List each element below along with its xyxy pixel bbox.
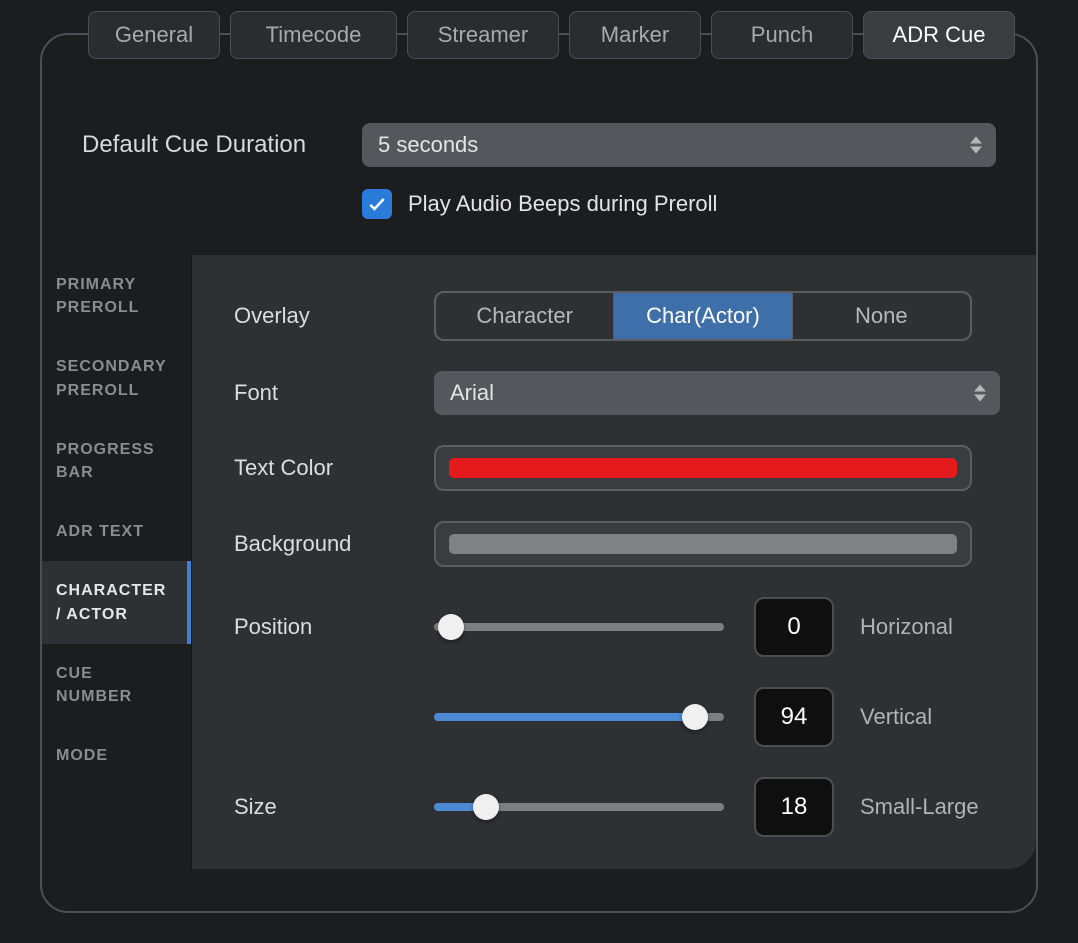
background-color-swatch [449,534,957,554]
sidebar-item-mode[interactable]: MODE [42,726,191,785]
sidebar-item-progress-bar[interactable]: PROGRESS BAR [42,420,191,502]
sidebar-item-cue-number[interactable]: CUE NUMBER [42,644,191,726]
tab-marker[interactable]: Marker [569,11,701,59]
position-vertical-value[interactable]: 94 [754,687,834,747]
top-tabs: General Timecode Streamer Marker Punch A… [88,11,1015,59]
adr-cue-settings-panel: General Timecode Streamer Marker Punch A… [40,33,1038,913]
text-color-swatch [449,458,957,478]
play-beeps-label: Play Audio Beeps during Preroll [408,191,717,217]
overlay-label: Overlay [234,303,434,329]
sidebar: PRIMARY PREROLL SECONDARY PREROLL PROGRE… [42,255,192,869]
stepper-icon [970,137,982,154]
size-value[interactable]: 18 [754,777,834,837]
text-color-well[interactable] [434,445,972,491]
overlay-option-character[interactable]: Character [436,293,614,339]
position-horizontal-suffix: Horizonal [860,614,953,640]
font-value: Arial [450,380,494,406]
font-label: Font [234,380,434,406]
position-horizontal-value[interactable]: 0 [754,597,834,657]
position-vertical-suffix: Vertical [860,704,932,730]
slider-thumb[interactable] [473,794,499,820]
position-vertical-slider[interactable] [434,704,724,730]
size-label: Size [234,794,434,820]
background-color-well[interactable] [434,521,972,567]
text-color-label: Text Color [234,455,434,481]
position-label: Position [234,614,434,640]
slider-thumb[interactable] [682,704,708,730]
font-select[interactable]: Arial [434,371,1000,415]
default-cue-duration-value: 5 seconds [378,132,478,158]
slider-thumb[interactable] [438,614,464,640]
overlay-option-none[interactable]: None [793,293,970,339]
overlay-option-char-actor[interactable]: Char(Actor) [614,293,792,339]
sidebar-item-character-actor[interactable]: CHARACTER / ACTOR [42,561,191,643]
sidebar-item-secondary-preroll[interactable]: SECONDARY PREROLL [42,337,191,419]
check-icon [367,194,387,214]
tab-punch[interactable]: Punch [711,11,853,59]
tab-timecode[interactable]: Timecode [230,11,397,59]
default-cue-duration-select[interactable]: 5 seconds [362,123,996,167]
sidebar-item-adr-text[interactable]: ADR TEXT [42,502,191,561]
tab-general[interactable]: General [88,11,220,59]
stepper-icon [974,385,986,402]
character-actor-content: Overlay Character Char(Actor) None Font … [192,255,1036,869]
tab-streamer[interactable]: Streamer [407,11,559,59]
position-horizontal-slider[interactable] [434,614,724,640]
size-slider[interactable] [434,794,724,820]
background-label: Background [234,531,434,557]
size-suffix: Small-Large [860,794,979,820]
sidebar-item-primary-preroll[interactable]: PRIMARY PREROLL [42,255,191,337]
play-beeps-checkbox[interactable] [362,189,392,219]
overlay-segmented: Character Char(Actor) None [434,291,972,341]
default-cue-duration-label: Default Cue Duration [82,131,362,159]
tab-adr-cue[interactable]: ADR Cue [863,11,1015,59]
